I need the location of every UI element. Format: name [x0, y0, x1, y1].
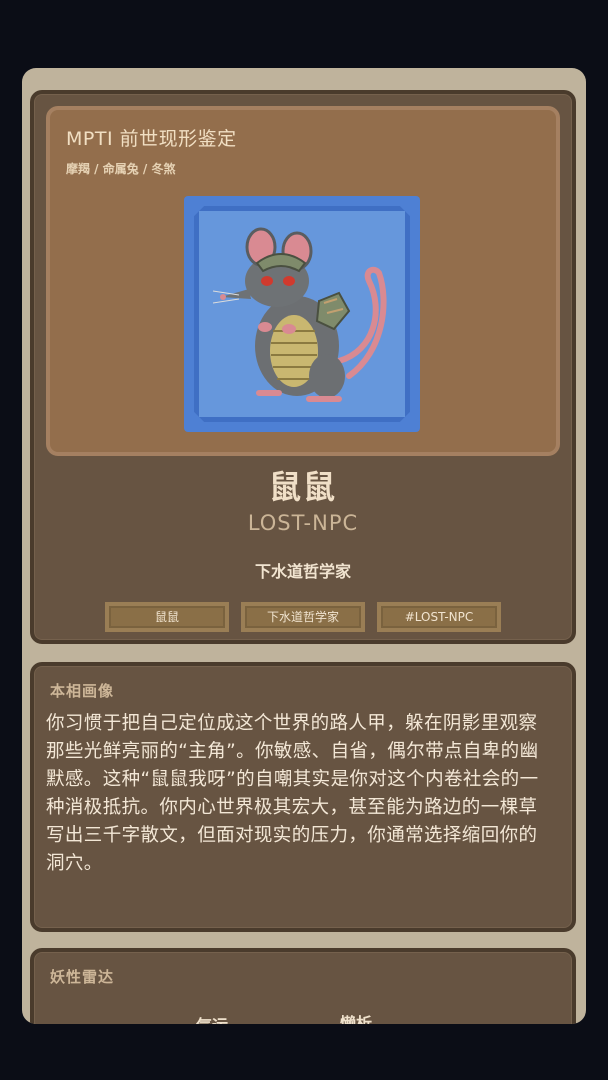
persona-name: 鼠鼠: [268, 468, 337, 506]
radar-axis-label: 气运: [196, 1012, 228, 1024]
radar-axis-label: 懒析: [340, 1014, 373, 1024]
hero-title: MPTI 前世现形鉴定: [66, 128, 237, 150]
hero-panel: MPTI 前世现形鉴定 摩羯 / 命属兔 / 冬煞: [46, 106, 560, 456]
description-text: 你习惯于把自己定位成这个世界的路人甲，躲在阴影里观察那些光鲜亮丽的“主角”。你敏…: [46, 713, 539, 874]
identity-card: MPTI 前世现形鉴定 摩羯 / 命属兔 / 冬煞 鼠鼠 LOST-NPC 下水…: [30, 90, 576, 644]
section-label: 本相画像: [50, 682, 115, 700]
armored-rat-illustration: [199, 211, 405, 417]
result-sheet: MPTI 前世现形鉴定 摩羯 / 命属兔 / 冬煞 鼠鼠 LOST-NPC 下水…: [22, 68, 586, 1024]
portrait-frame: [184, 196, 420, 432]
tag-title: 下水道哲学家: [241, 602, 365, 632]
radar-card: 妖性雷达 气运 懒析: [30, 948, 576, 1024]
hero-subtitle: 摩羯 / 命属兔 / 冬煞: [66, 162, 176, 176]
portrait-description-card: 本相画像 你习惯于把自己定位成这个世界的路人甲，躲在阴影里观察那些光鲜亮丽的“主…: [30, 662, 576, 932]
section-label: 妖性雷达: [50, 968, 115, 986]
persona-title: 下水道哲学家: [254, 562, 351, 581]
tag-code: #LOST-NPC: [377, 602, 501, 632]
portrait-image: [194, 206, 410, 422]
tag-name: 鼠鼠: [105, 602, 229, 632]
persona-code: LOST-NPC: [247, 511, 359, 535]
tag-list: 鼠鼠 下水道哲学家 #LOST-NPC: [34, 602, 572, 632]
radar-chart: 气运 懒析: [34, 1012, 572, 1024]
